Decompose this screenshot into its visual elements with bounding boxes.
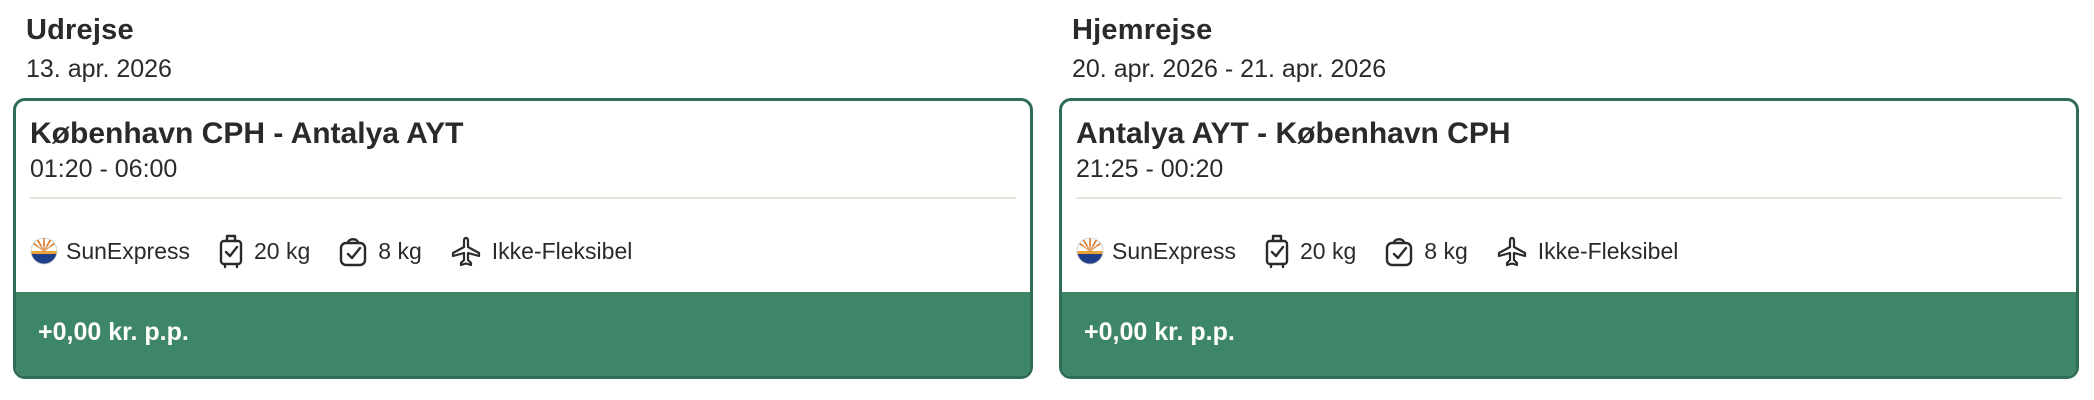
flexibility-label: Ikke-Fleksibel — [491, 237, 633, 264]
sunexpress-logo-icon — [1076, 237, 1104, 265]
return-route: Antalya AYT - København CPH — [1076, 117, 1511, 150]
return-flight-card[interactable]: Antalya AYT - København CPH 21:25 - 00:2… — [1059, 98, 2079, 379]
suitcase-check-icon — [218, 233, 244, 269]
outbound-heading: Udrejse — [26, 14, 134, 46]
checked-bag-weight: 20 kg — [1300, 237, 1357, 264]
flexibility-feature: Ikke-Fleksibel — [450, 235, 633, 267]
return-features: SunExpress 20 kg 8 kg Ikke-Fleksibel — [1076, 231, 1706, 271]
bag-check-icon — [1384, 234, 1414, 268]
airplane-icon — [1496, 235, 1528, 267]
outbound-route: København CPH - Antalya AYT — [30, 117, 464, 150]
flight-legs: Udrejse 13. apr. 2026 København CPH - An… — [0, 0, 2094, 400]
return-heading: Hjemrejse — [1072, 14, 1213, 46]
outbound-price-bar: +0,00 kr. p.p. — [16, 292, 1030, 376]
carry-on-feature: 8 kg — [1384, 234, 1468, 268]
checked-bag-weight: 20 kg — [254, 237, 311, 264]
outbound-flight-card[interactable]: København CPH - Antalya AYT 01:20 - 06:0… — [13, 98, 1033, 379]
checked-bag-feature: 20 kg — [1264, 233, 1356, 269]
bag-check-icon — [338, 234, 368, 268]
carry-on-weight: 8 kg — [378, 237, 422, 264]
airline-feature: SunExpress — [30, 237, 190, 265]
return-price: +0,00 kr. p.p. — [1084, 318, 1235, 346]
return-price-bar: +0,00 kr. p.p. — [1062, 292, 2076, 376]
airline-feature: SunExpress — [1076, 237, 1236, 265]
card-divider — [30, 197, 1016, 199]
carry-on-feature: 8 kg — [338, 234, 422, 268]
suitcase-check-icon — [1264, 233, 1290, 269]
return-date: 20. apr. 2026 - 21. apr. 2026 — [1072, 55, 1387, 83]
return-times: 21:25 - 00:20 — [1076, 155, 1224, 183]
outbound-date: 13. apr. 2026 — [26, 55, 172, 83]
carry-on-weight: 8 kg — [1424, 237, 1468, 264]
sunexpress-logo-icon — [30, 237, 58, 265]
airplane-icon — [450, 235, 482, 267]
airline-name: SunExpress — [1112, 237, 1237, 264]
flexibility-feature: Ikke-Fleksibel — [1496, 235, 1679, 267]
outbound-times: 01:20 - 06:00 — [30, 155, 178, 183]
outbound-price: +0,00 kr. p.p. — [38, 318, 189, 346]
card-divider — [1076, 197, 2062, 199]
airline-name: SunExpress — [66, 237, 191, 264]
flexibility-label: Ikke-Fleksibel — [1537, 237, 1679, 264]
checked-bag-feature: 20 kg — [218, 233, 310, 269]
outbound-features: SunExpress 20 kg 8 kg Ikke-Fleksibel — [30, 231, 660, 271]
